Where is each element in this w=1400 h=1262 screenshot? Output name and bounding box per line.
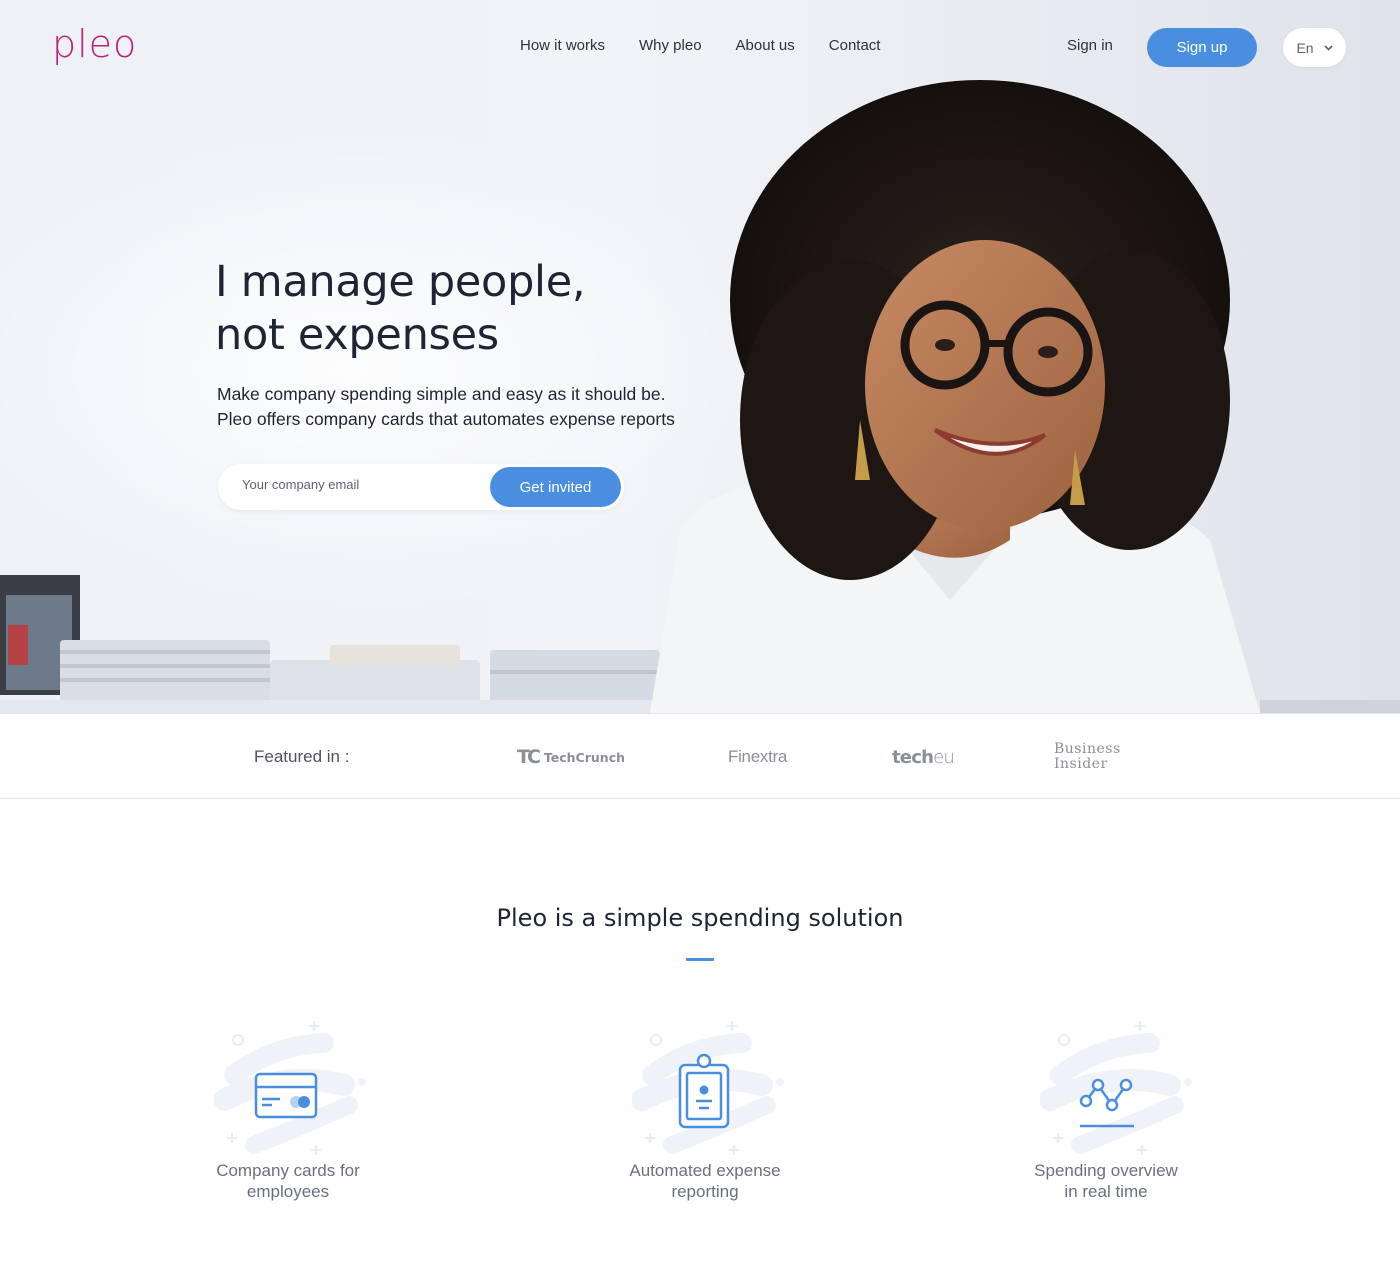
clipboard-receipt-icon (632, 1021, 784, 1155)
feature-1-line-1: Company cards for (216, 1161, 360, 1180)
feature-2-line-2: reporting (671, 1182, 739, 1201)
nav-why-pleo[interactable]: Why pleo (639, 37, 702, 54)
nav-how-it-works[interactable]: How it works (520, 37, 605, 54)
line-chart-icon (1040, 1021, 1192, 1155)
sign-up-button[interactable]: Sign up (1147, 28, 1257, 67)
feature-label-expense-reporting: Automated expense reporting (575, 1160, 835, 1202)
nav-contact[interactable]: Contact (829, 37, 881, 54)
chevron-down-icon (1323, 44, 1333, 51)
language-selector[interactable]: En (1283, 28, 1346, 67)
hero-section: pleo How it works Why pleo About us Cont… (0, 0, 1400, 713)
feature-2-line-1: Automated expense (629, 1161, 781, 1180)
featured-label: Featured in : (254, 747, 350, 766)
business-insider-logo[interactable]: Business Insider (1054, 714, 1121, 800)
hero-photo (0, 80, 1400, 713)
hero-headline: I manage people, not expenses (215, 256, 586, 362)
language-label: En (1296, 39, 1314, 56)
hero-subtext: Make company spending simple and easy as… (217, 382, 675, 432)
title-underline (686, 958, 714, 961)
finextra-logo[interactable]: Finextra (728, 714, 787, 800)
techcrunch-wordmark: TechCrunch (543, 749, 626, 765)
headline-line-2: not expenses (215, 310, 499, 360)
tech-eu-part-2: eu (933, 746, 955, 768)
main-nav: How it works Why pleo About us Contact (520, 37, 914, 54)
credit-card-icon (214, 1021, 366, 1155)
techcrunch-logo[interactable]: TC TechCrunch (517, 714, 625, 800)
techcrunch-mark: TC (517, 746, 541, 768)
feature-1-line-2: employees (246, 1182, 330, 1201)
company-email-input[interactable] (242, 477, 482, 492)
solution-title: Pleo is a simple spending solution (496, 904, 904, 932)
feature-3-line-1: Spending overview (1034, 1161, 1178, 1180)
subtext-line-2: Pleo offers company cards that automates… (217, 409, 675, 429)
feature-label-company-cards: Company cards for employees (158, 1160, 418, 1202)
feature-3-line-2: in real time (1064, 1182, 1148, 1201)
tech-eu-part-1: tech (892, 746, 934, 768)
invite-form: Get invited (218, 464, 624, 510)
headline-line-1: I manage people, (215, 257, 586, 307)
featured-in-bar: Featured in : TC TechCrunch Finextra tec… (0, 713, 1400, 799)
pleo-logo[interactable]: pleo (52, 22, 137, 66)
get-invited-button[interactable]: Get invited (490, 467, 621, 507)
business-insider-line-2: Insider (1054, 756, 1108, 772)
feature-label-spending-overview: Spending overview in real time (976, 1160, 1236, 1202)
sign-in-link[interactable]: Sign in (1067, 37, 1113, 54)
nav-about-us[interactable]: About us (736, 37, 795, 54)
tech-eu-logo[interactable]: tech eu (892, 714, 955, 800)
business-insider-line-1: Business (1054, 741, 1121, 757)
subtext-line-1: Make company spending simple and easy as… (217, 384, 666, 404)
